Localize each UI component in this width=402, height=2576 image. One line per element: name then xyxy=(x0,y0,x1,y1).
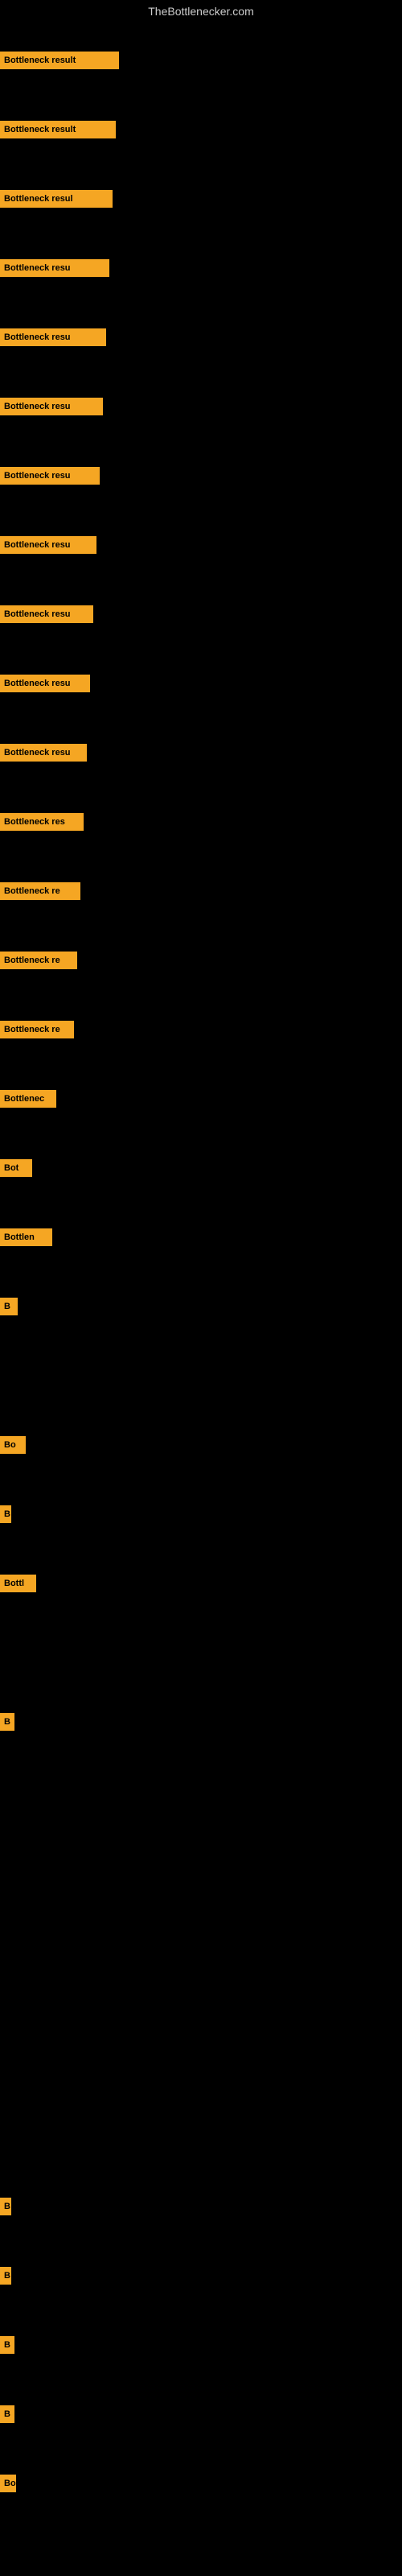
bottleneck-bar-26[interactable]: B xyxy=(0,2336,14,2354)
bottleneck-bar-25[interactable]: B xyxy=(0,2267,11,2285)
bottleneck-bar-11[interactable]: Bottleneck resu xyxy=(0,744,87,762)
bottleneck-bar-3[interactable]: Bottleneck resul xyxy=(0,190,113,208)
bottleneck-bar-10[interactable]: Bottleneck resu xyxy=(0,675,90,692)
bottleneck-bar-28[interactable]: Bo xyxy=(0,2475,16,2492)
bottleneck-bar-9[interactable]: Bottleneck resu xyxy=(0,605,93,623)
bottleneck-bar-8[interactable]: Bottleneck resu xyxy=(0,536,96,554)
bottleneck-bar-18[interactable]: Bottlen xyxy=(0,1228,52,1246)
bottleneck-bar-2[interactable]: Bottleneck result xyxy=(0,121,116,138)
bottleneck-bar-24[interactable]: B xyxy=(0,2198,11,2215)
bottleneck-bar-27[interactable]: B xyxy=(0,2405,14,2423)
bottleneck-bar-16[interactable]: Bottlenec xyxy=(0,1090,56,1108)
bottleneck-bar-21[interactable]: B xyxy=(0,1505,11,1523)
bottleneck-bar-4[interactable]: Bottleneck resu xyxy=(0,259,109,277)
bottleneck-bar-5[interactable]: Bottleneck resu xyxy=(0,328,106,346)
bottleneck-bar-13[interactable]: Bottleneck re xyxy=(0,882,80,900)
bottleneck-bar-22[interactable]: Bottl xyxy=(0,1575,36,1592)
bottleneck-bar-19[interactable]: B xyxy=(0,1298,18,1315)
bottleneck-bar-6[interactable]: Bottleneck resu xyxy=(0,398,103,415)
bottleneck-bar-17[interactable]: Bot xyxy=(0,1159,32,1177)
bottleneck-bar-20[interactable]: Bo xyxy=(0,1436,26,1454)
site-title: TheBottlenecker.com xyxy=(0,0,402,23)
bottleneck-bar-14[interactable]: Bottleneck re xyxy=(0,952,77,969)
bottleneck-bar-7[interactable]: Bottleneck resu xyxy=(0,467,100,485)
bottleneck-bar-1[interactable]: Bottleneck result xyxy=(0,52,119,69)
bottleneck-bar-12[interactable]: Bottleneck res xyxy=(0,813,84,831)
bottleneck-bar-23[interactable]: B xyxy=(0,1713,14,1731)
bottleneck-bar-15[interactable]: Bottleneck re xyxy=(0,1021,74,1038)
